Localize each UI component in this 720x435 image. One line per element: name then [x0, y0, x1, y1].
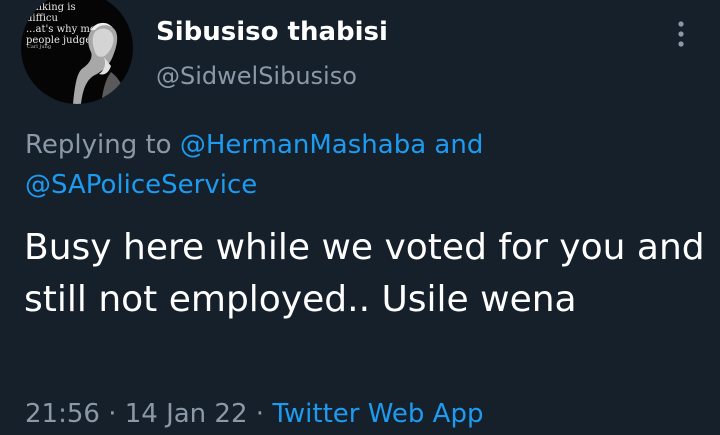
author-handle[interactable]: @SidwelSibusiso: [156, 61, 357, 91]
source-app-link[interactable]: Twitter Web App: [272, 399, 483, 429]
tweet-date[interactable]: 14 Jan 22: [125, 399, 248, 429]
mention-link-sapoliceservice[interactable]: @SAPoliceService: [25, 170, 257, 200]
meta-separator: ·: [108, 399, 117, 429]
tweet-time[interactable]: 21:56: [25, 399, 100, 429]
mention-conjunction[interactable]: and: [434, 130, 483, 160]
meta-separator: ·: [255, 399, 265, 429]
replying-to-line-2: @SAPoliceService: [25, 167, 685, 203]
replying-to-line: Replying to @HermanMashaba and: [25, 127, 685, 163]
author-display-name[interactable]: Sibusiso thabisi: [156, 15, 388, 49]
replying-to-label: Replying to: [25, 130, 172, 160]
avatar[interactable]: ...nking is difficu ...at's why most peo…: [21, 0, 133, 104]
portrait-image: [73, 22, 127, 104]
tweet-metadata: 21:56 · 14 Jan 22 · Twitter Web App: [25, 396, 483, 432]
tweet-text: Busy here while we voted for you and sti…: [24, 227, 705, 320]
mention-link-hermanmashaba[interactable]: @HermanMashaba: [180, 130, 426, 160]
more-vertical-icon: [678, 21, 684, 47]
more-options-button[interactable]: [670, 18, 692, 50]
